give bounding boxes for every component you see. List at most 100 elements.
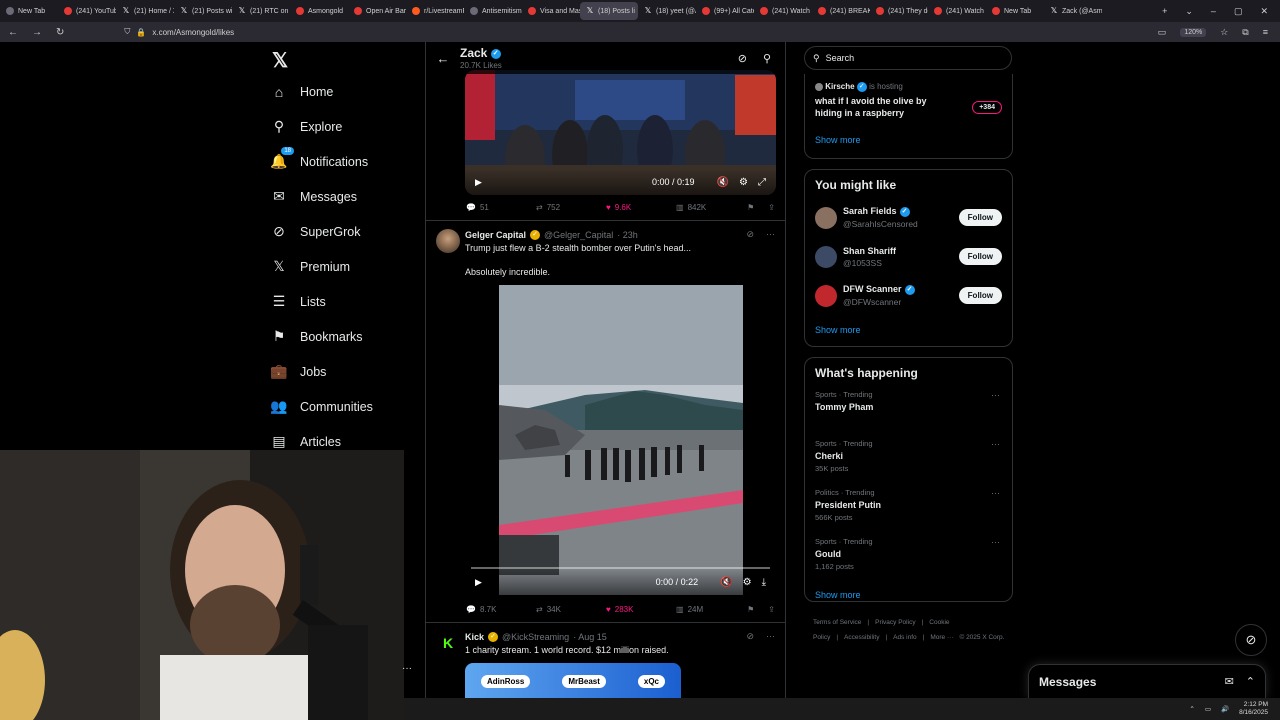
browser-tab[interactable]: New Tab xyxy=(0,2,58,20)
sidebar-item-supergrok[interactable]: ⊘ SuperGrok xyxy=(270,214,420,249)
avatar[interactable] xyxy=(815,245,837,268)
trend-item[interactable]: Sports · Trending Tommy Pham ··· xyxy=(805,386,1012,435)
star-icon[interactable]: ☆ xyxy=(1220,27,1228,38)
menu-icon[interactable]: ≡ xyxy=(1263,27,1268,37)
sidebar-item-notifications[interactable]: 🔔 18 Notifications xyxy=(270,144,420,179)
follow-suggestion[interactable]: DFW Scanner ✓ @DFWscanner Follow xyxy=(805,276,1012,315)
browser-tab[interactable]: Asmongold xyxy=(290,2,348,20)
tweet-time[interactable]: · 23h xyxy=(617,230,638,240)
sidebar-item-explore[interactable]: ⚲ Explore xyxy=(270,109,420,144)
sidebar-item-communities[interactable]: 👥 Communities xyxy=(270,389,420,424)
like-button[interactable]: ♥ 283K xyxy=(606,605,676,614)
more-icon[interactable]: ··· xyxy=(991,390,1000,400)
clock[interactable]: 2:12 PM 8/16/2025 xyxy=(1239,701,1268,717)
views-button[interactable]: ▥ 24M xyxy=(676,605,746,614)
back-arrow-icon[interactable]: ← xyxy=(8,27,18,38)
browser-tab[interactable]: 𝕏 (18) yeet (@A xyxy=(638,2,696,20)
grok-icon[interactable]: ⊘ xyxy=(746,631,754,642)
trend-item[interactable]: Sports · Trending Gould 1,162 posts ··· xyxy=(805,533,1012,582)
fullscreen-icon[interactable]: ⤢ xyxy=(758,177,766,188)
retweet-button[interactable]: ⇄ 34K xyxy=(536,605,606,614)
more-icon[interactable]: ··· xyxy=(766,631,775,642)
suggestion-handle[interactable]: @SarahIsCensored xyxy=(843,219,918,229)
new-tab-icon[interactable]: + xyxy=(1162,6,1167,17)
reload-icon[interactable]: ↻ xyxy=(56,27,64,38)
forward-arrow-icon[interactable]: → xyxy=(32,27,42,38)
more-icon[interactable]: ··· xyxy=(991,439,1000,449)
suggestion-name[interactable]: Shan Shariff xyxy=(843,246,896,256)
grok-button[interactable]: ⊘ xyxy=(1235,624,1267,656)
search-input[interactable]: ⚲ Search xyxy=(804,46,1012,70)
footer-link[interactable]: More ··· xyxy=(930,634,953,641)
space-listener-count[interactable]: +384 xyxy=(972,100,1002,114)
footer-link[interactable]: Terms of Service xyxy=(813,619,861,626)
mute-icon[interactable]: 🔇 xyxy=(720,577,732,588)
browser-tab[interactable]: (241) Watch le xyxy=(754,2,812,20)
messages-drawer[interactable]: Messages ✉ ⌃ xyxy=(1028,664,1266,698)
expand-icon[interactable]: ⌃ xyxy=(1246,675,1255,688)
more-icon[interactable]: ··· xyxy=(402,663,412,674)
browser-tab[interactable]: Antisemitism xyxy=(464,2,522,20)
author-name[interactable]: Gelger Capital xyxy=(465,230,526,240)
browser-tab[interactable]: Visa and Mast xyxy=(522,2,580,20)
reply-button[interactable]: 💬 8.7K xyxy=(466,605,536,614)
compose-message-icon[interactable]: ✉ xyxy=(1225,675,1234,688)
browser-tab[interactable]: Open Air Barb xyxy=(348,2,406,20)
footer-link[interactable]: Privacy Policy xyxy=(875,619,915,626)
author-handle[interactable]: @Gelger_Capital xyxy=(544,230,613,240)
space-title[interactable]: what if I avoid the olive by hiding in a… xyxy=(815,95,935,119)
sidebar-item-bookmarks[interactable]: ⚑ Bookmarks xyxy=(270,319,420,354)
avatar[interactable] xyxy=(815,206,837,229)
share-icon[interactable]: ⇪ xyxy=(768,203,775,212)
views-button[interactable]: ▥ 842K xyxy=(676,203,746,212)
sidebar-item-home[interactable]: ⌂ Home xyxy=(270,74,420,109)
follow-suggestion[interactable]: Shan Shariff @1053SS Follow xyxy=(805,237,1012,276)
back-arrow-icon[interactable]: ← xyxy=(426,51,460,66)
video-player[interactable]: ▶ 0:00 / 0:22 🔇 ⚙ ⤓ xyxy=(465,285,776,595)
browser-tab[interactable]: 𝕏 (18) Posts li xyxy=(580,2,638,20)
show-more-link[interactable]: Show more xyxy=(805,119,1012,145)
download-icon[interactable]: ⤓ xyxy=(762,577,766,588)
follow-button[interactable]: Follow xyxy=(958,248,1002,265)
author-name[interactable]: Kick xyxy=(465,632,484,642)
tweet-image[interactable]: AdinRoss MrBeast xQc xyxy=(465,663,681,698)
video-player[interactable]: ▶ 0:00 / 0:19 🔇 ⚙ ⤢ xyxy=(465,70,776,195)
browser-tab[interactable]: 𝕏 (21) Posts wit xyxy=(174,2,232,20)
bookmark-icon[interactable]: ⚑ xyxy=(747,605,754,614)
play-icon[interactable]: ▶ xyxy=(475,577,482,588)
browser-tab[interactable]: New Tab xyxy=(986,2,1044,20)
browser-tab[interactable]: (241) They do xyxy=(870,2,928,20)
browser-tab[interactable]: (99+) All Cate xyxy=(696,2,754,20)
browser-tab[interactable]: 𝕏 (21) RTC on X xyxy=(232,2,290,20)
trend-item[interactable]: Sports · Trending Cherki 35K posts ··· xyxy=(805,435,1012,484)
settings-icon[interactable]: ⚙ xyxy=(739,177,748,188)
show-more-link[interactable]: Show more xyxy=(805,582,1012,600)
volume-icon[interactable]: 🔊 xyxy=(1221,705,1229,713)
browser-tab[interactable]: 𝕏 (21) Home / X xyxy=(116,2,174,20)
suggestion-name[interactable]: Sarah Fields xyxy=(843,206,897,216)
extensions-icon[interactable]: ⧉ xyxy=(1242,27,1248,38)
footer-link[interactable]: Accessibility xyxy=(844,634,879,641)
more-icon[interactable]: ··· xyxy=(766,229,775,240)
author-handle[interactable]: @KickStreaming xyxy=(502,632,569,642)
browser-tab[interactable]: (241) BREAKIN xyxy=(812,2,870,20)
url-text[interactable]: x.com/Asmongold/likes xyxy=(152,28,234,37)
avatar[interactable] xyxy=(815,284,837,307)
retweet-button[interactable]: ⇄ 752 xyxy=(536,203,606,212)
close-icon[interactable]: ✕ xyxy=(1260,6,1268,17)
sidebar-item-premium[interactable]: 𝕏 Premium xyxy=(270,249,420,284)
tray-chevron-icon[interactable]: ⌃ xyxy=(1189,705,1194,713)
more-icon[interactable]: ··· xyxy=(991,488,1000,498)
follow-button[interactable]: Follow xyxy=(958,287,1002,304)
bookmark-icon[interactable]: ⚑ xyxy=(747,203,754,212)
tab-list-icon[interactable]: ⌄ xyxy=(1185,6,1193,17)
sidebar-item-messages[interactable]: ✉ Messages xyxy=(270,179,420,214)
settings-icon[interactable]: ⚙ xyxy=(743,577,752,588)
tweet-time[interactable]: · Aug 15 xyxy=(573,632,607,642)
footer-link[interactable]: Ads info xyxy=(893,634,917,641)
reader-icon[interactable]: ▭ xyxy=(1158,27,1167,38)
zoom-level[interactable]: 120% xyxy=(1180,27,1207,37)
sidebar-item-jobs[interactable]: 💼 Jobs xyxy=(270,354,420,389)
address-bar[interactable]: ⛉ 🔒 x.com/Asmongold/likes xyxy=(124,27,234,37)
x-logo-icon[interactable]: 𝕏 xyxy=(270,48,420,74)
